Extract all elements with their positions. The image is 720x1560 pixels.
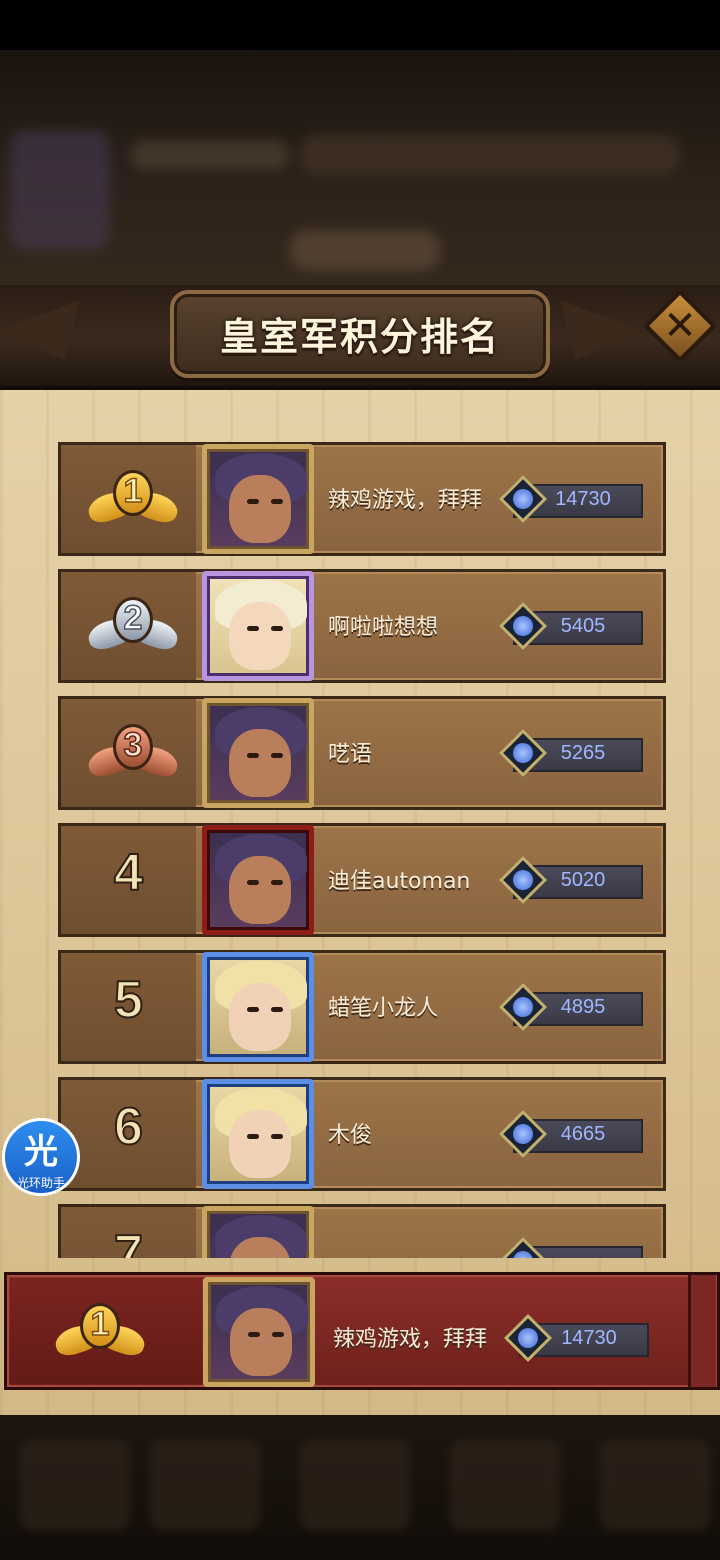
gold-medal-icon: 1 [85,464,181,534]
ranking-row[interactable]: 3 呓语 5265 [58,696,666,810]
score-value: 5265 [560,742,606,764]
blurred-nav-tile [450,1440,560,1530]
ranking-row[interactable]: 7 [58,1204,666,1258]
score-value: 4895 [560,996,606,1018]
my-rank-number: 1 [90,1304,110,1344]
player-avatar[interactable] [202,825,314,935]
my-rank-bar-edge [688,1275,716,1387]
player-name: 迪佳automan [328,869,471,894]
panel-title: 皇室军积分排名 [219,315,500,359]
rank-number: 7 [113,1224,144,1258]
my-avatar[interactable] [203,1277,315,1387]
helper-label: 光环助手 [16,1176,65,1190]
rank-number: 6 [113,1097,144,1157]
gold-medal-icon: 1 [52,1297,148,1367]
player-avatar[interactable] [202,698,314,808]
player-avatar[interactable] [202,571,314,681]
bronze-medal-icon: 3 [85,718,181,788]
score-value: 5405 [560,615,606,637]
close-x-icon: ✕ [663,303,697,349]
rank-number: 1 [123,471,143,511]
ranking-row[interactable]: 6 木俊 4665 [58,1077,666,1191]
silver-medal-icon: 2 [85,591,181,661]
close-button[interactable]: ✕ [643,289,717,363]
ranking-row[interactable]: 4 迪佳automan 5020 [58,823,666,937]
player-name: 呓语 [328,742,373,767]
helper-icon: 光 [24,1132,58,1172]
ranking-row[interactable]: 2 啊啦啦想想 5405 [58,569,666,683]
status-bar-area [0,0,720,50]
blurred-nav-tile [300,1440,410,1530]
player-name: 啊啦啦想想 [328,615,439,640]
score-gem-icon [498,1236,548,1258]
rank-number: 5 [113,970,144,1030]
player-avatar[interactable] [202,1206,314,1258]
my-player-name: 辣鸡游戏，拜拜 [333,1327,488,1352]
player-avatar[interactable] [202,444,314,554]
ranking-list[interactable]: 1 辣鸡游戏，拜拜 14730 2 啊啦啦想想 5405 3 呓语 5265 4 迪佳automan… [50,440,680,1258]
my-rank-bar: 1 辣鸡游戏，拜拜 14730 [4,1272,720,1390]
player-avatar[interactable] [202,952,314,1062]
rank-number: 4 [113,843,144,903]
blurred-nav-tile [20,1440,130,1530]
ranking-row[interactable]: 5 蜡笔小龙人 4895 [58,950,666,1064]
rank-number: 2 [123,598,143,638]
blurred-nav-tile [600,1440,710,1530]
player-name: 木俊 [328,1123,373,1148]
score-value: 4665 [560,1123,606,1145]
rank-number: 3 [123,725,143,765]
score-value: 14730 [555,488,611,510]
player-avatar[interactable] [202,1079,314,1189]
blurred-nav-tile [150,1440,260,1530]
my-score-value: 14730 [561,1327,617,1349]
player-name: 蜡笔小龙人 [328,996,439,1021]
player-name: 辣鸡游戏，拜拜 [328,488,483,513]
ranking-row[interactable]: 1 辣鸡游戏，拜拜 14730 [58,442,666,556]
score-value: 5020 [560,869,606,891]
